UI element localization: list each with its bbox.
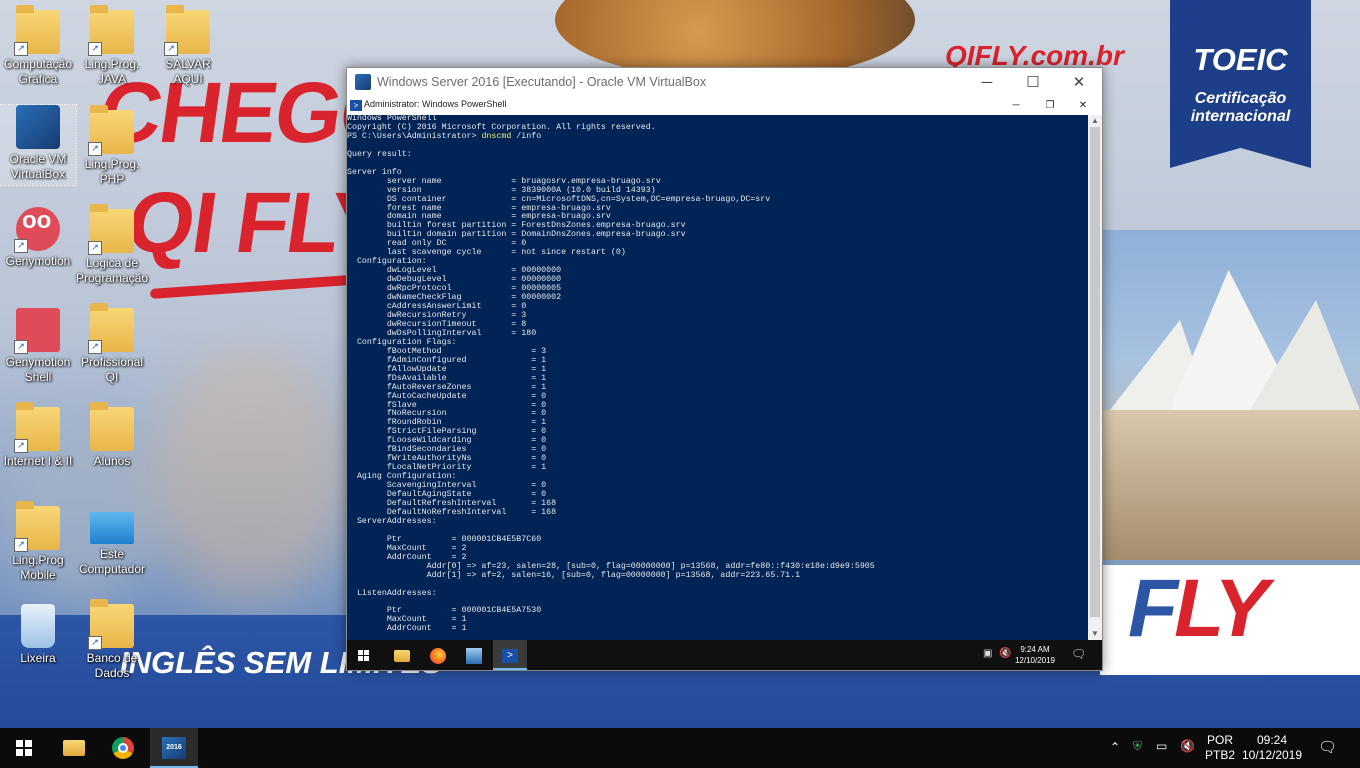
desktop-icon-internet[interactable]: ↗ Internet I & II: [0, 402, 76, 469]
desktop-icon-este-computador[interactable]: Este Computador: [74, 506, 150, 577]
desktop-icon-alunos[interactable]: Alunos: [74, 402, 150, 469]
network-icon[interactable]: ▣: [983, 648, 992, 659]
language-indicator[interactable]: POR PTB2: [1205, 733, 1235, 763]
powershell-titlebar[interactable]: > Administrator: Windows PowerShell ─ ❐ …: [347, 97, 1102, 115]
window-title: Windows Server 2016 [Executando] - Oracl…: [377, 75, 707, 89]
console-header: Windows PowerShell Copyright (C) 2016 Mi…: [347, 115, 656, 132]
command-args: /info: [511, 131, 542, 141]
folder-icon: ↗: [88, 599, 134, 650]
guest-file-explorer-button[interactable]: [385, 640, 419, 670]
guest-powershell-button[interactable]: >: [493, 640, 527, 670]
folder-icon: ↗: [88, 5, 134, 56]
ps-minimize-button[interactable]: ─: [1001, 97, 1031, 115]
scroll-up-icon[interactable]: ▲: [1088, 115, 1102, 127]
folder-icon: ↗: [88, 204, 134, 255]
command-output: Query result: Server info server name = …: [347, 149, 875, 634]
folder-icon: ↗: [88, 303, 134, 354]
desktop-icon-salvar-aqui[interactable]: ↗ SALVAR AQUI: [150, 5, 226, 87]
guest-firefox-button[interactable]: [421, 640, 455, 670]
guest-start-button[interactable]: [347, 640, 381, 670]
scroll-down-icon[interactable]: ▼: [1088, 628, 1102, 640]
folder-icon: ↗: [14, 402, 60, 453]
guest-server-manager-button[interactable]: [457, 640, 491, 670]
console-output[interactable]: Windows PowerShell Copyright (C) 2016 Mi…: [347, 115, 1087, 640]
fly-logo: FLY: [1128, 563, 1269, 654]
guest-clock[interactable]: 9:24 AM 12/10/2019: [1011, 644, 1059, 666]
taskbar-chrome[interactable]: [99, 728, 147, 768]
close-button[interactable]: ✕: [1056, 68, 1102, 97]
virtualbox-titlebar[interactable]: Windows Server 2016 [Executando] - Oracl…: [347, 68, 1102, 97]
scrollbar-thumb[interactable]: [1090, 127, 1100, 617]
desktop-icon-banco-de-dados[interactable]: ↗ Banco de Dados: [74, 599, 150, 681]
folder-icon: [63, 739, 85, 756]
folder-icon: ↗: [88, 105, 134, 156]
folder-icon: ↗: [14, 501, 60, 552]
show-hidden-icons-button[interactable]: ⌃: [1110, 740, 1120, 754]
desktop-icon-ling-prog-mobile[interactable]: ↗ Ling.Prog Mobile: [0, 501, 76, 583]
start-button[interactable]: [0, 728, 48, 768]
ps-restore-button[interactable]: ❐: [1035, 97, 1065, 115]
desktop-icon-ling-prog-java[interactable]: ↗ Ling.Prog. JAVA: [74, 5, 150, 87]
toeic-title: TOEIC: [1193, 42, 1288, 77]
folder-icon: [90, 402, 134, 451]
desktop-icon-computacao-grafica[interactable]: ↗ Computação Gráfica: [0, 5, 76, 87]
console-scrollbar[interactable]: ▲ ▼: [1088, 115, 1102, 640]
desktop-icon-virtualbox[interactable]: Oracle VM VirtualBox: [0, 104, 77, 186]
host-taskbar: 2016 ⌃ ⛨ ▭ 🔇 POR PTB2 09:24 10/12/2019 🗨: [0, 728, 1360, 768]
recycle-bin-icon: [21, 604, 55, 648]
desktop-icon-ling-prog-php[interactable]: ↗ Ling.Prog. PHP: [74, 105, 150, 187]
volume-muted-icon[interactable]: 🔇: [999, 648, 1011, 659]
folder-icon: ↗: [164, 5, 210, 56]
desktop-icon-profissional-qi[interactable]: ↗ Profissional QI: [74, 303, 150, 385]
desktop-icon-genymotion[interactable]: ↗ Genymotion: [0, 207, 76, 269]
powershell-icon: >: [350, 100, 362, 111]
command-line: PS C:\Users\Administrator> dnscmd /info: [347, 131, 542, 141]
powershell-title: Administrator: Windows PowerShell: [364, 99, 507, 109]
host-clock[interactable]: 09:24 10/12/2019: [1240, 733, 1304, 763]
virtualbox-icon: 2016: [162, 736, 186, 759]
command-name: dnscmd: [481, 131, 512, 141]
toeic-sub1: Certificação: [1194, 90, 1287, 107]
virtualbox-window[interactable]: Windows Server 2016 [Executando] - Oracl…: [346, 67, 1103, 671]
toeic-badge: TOEIC Certificação internacional: [1170, 0, 1311, 168]
maximize-button[interactable]: ☐: [1010, 68, 1056, 97]
taskbar-virtualbox[interactable]: 2016: [150, 728, 198, 768]
security-icon[interactable]: ⛨: [1133, 739, 1142, 754]
desktop-icon-genymotion-shell[interactable]: ↗ Genymotion Shell: [0, 308, 76, 385]
guest-taskbar: > ▣ 🔇 9:24 AM 12/10/2019 🗨: [347, 640, 1102, 670]
computer-icon: [90, 512, 134, 544]
toeic-sub2: internacional: [1190, 108, 1291, 125]
folder-icon: ↗: [14, 5, 60, 56]
desktop-icon-lixeira[interactable]: Lixeira: [0, 604, 76, 666]
ps-close-button[interactable]: ✕: [1068, 97, 1098, 115]
chrome-icon: [112, 736, 134, 759]
virtualbox-icon: [16, 105, 60, 149]
powershell-window[interactable]: > Administrator: Windows PowerShell ─ ❐ …: [347, 97, 1102, 640]
action-center-icon[interactable]: 🗨: [1318, 738, 1337, 756]
minimize-button[interactable]: ─: [964, 68, 1010, 97]
desktop-icon-logica-programacao[interactable]: ↗ Logica de Programação: [74, 204, 150, 286]
background-blur: [150, 350, 350, 600]
notifications-icon[interactable]: 🗨: [1071, 647, 1086, 661]
taskbar-file-explorer[interactable]: [50, 728, 98, 768]
network-icon[interactable]: ▭: [1156, 739, 1167, 753]
virtualbox-icon: [355, 74, 371, 90]
genymotion-shell-icon: ↗: [14, 308, 60, 354]
genymotion-icon: ↗: [14, 207, 60, 253]
opera-house-photo: [1100, 230, 1360, 560]
windows-icon: [16, 739, 32, 756]
volume-muted-icon[interactable]: 🔇: [1180, 739, 1195, 753]
wallpaper-swoosh: [149, 275, 351, 299]
